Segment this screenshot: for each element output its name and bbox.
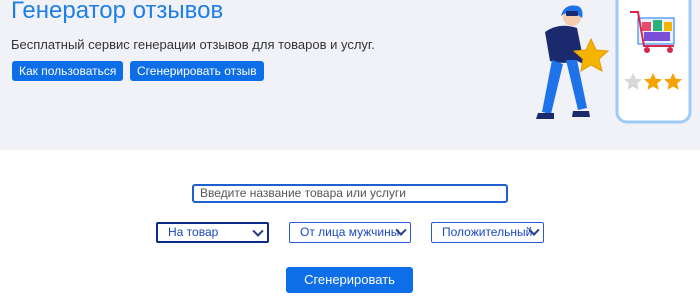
generate-review-button[interactable]: Сгенерировать отзыв: [130, 61, 264, 81]
voice-value: От лица мужчины: [300, 225, 400, 239]
target-type-select[interactable]: На товар: [156, 222, 269, 243]
generate-button[interactable]: Сгенерировать: [286, 267, 413, 293]
product-search-input[interactable]: Введите название товара или услуги: [192, 184, 508, 203]
chevron-down-icon: [252, 225, 264, 237]
hero-section: Генератор отзывов Бесплатный сервис гене…: [0, 0, 700, 150]
how-to-use-button[interactable]: Как пользоваться: [12, 61, 124, 81]
phone-icon: [615, 0, 692, 124]
page-title: Генератор отзывов: [11, 0, 224, 24]
tone-value: Положительный: [442, 225, 533, 239]
voice-select[interactable]: От лица мужчины: [289, 222, 411, 243]
hero-illustration: [536, 0, 692, 124]
hero-subtitle: Бесплатный сервис генерации отзывов для …: [11, 37, 375, 52]
target-type-value: На товар: [168, 225, 219, 239]
tone-select[interactable]: Положительный: [431, 222, 544, 243]
